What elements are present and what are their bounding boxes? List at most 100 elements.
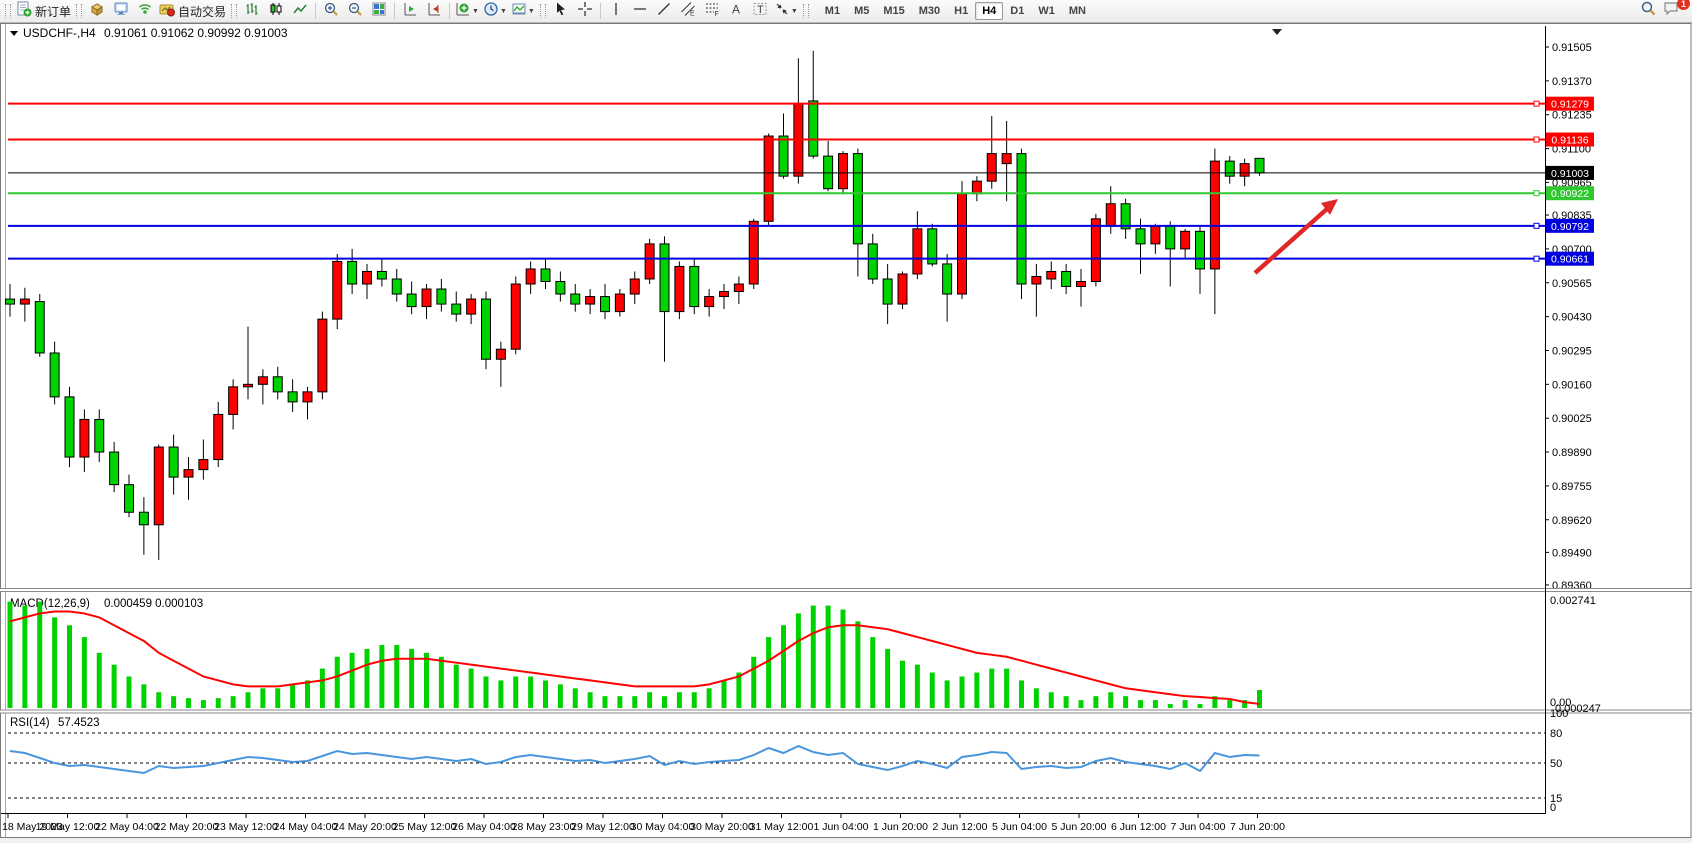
macd-histogram-bar xyxy=(945,680,950,708)
auto-trading-button[interactable]: 自动交易 xyxy=(157,1,228,21)
candle xyxy=(1151,226,1160,244)
search-button[interactable] xyxy=(1636,1,1660,21)
candle xyxy=(705,297,714,307)
indicators-button[interactable]: ▼ xyxy=(453,1,481,21)
timeframe-m30[interactable]: M30 xyxy=(912,2,947,20)
bar-chart-button[interactable] xyxy=(240,1,264,21)
timeframe-d1[interactable]: D1 xyxy=(1003,2,1031,20)
macd-histogram-bar xyxy=(885,649,890,708)
timeframe-m15[interactable]: M15 xyxy=(876,2,911,20)
price-tick-label: 0.90025 xyxy=(1552,413,1592,425)
time-tick-label[interactable]: 1 Jun 04:00 xyxy=(814,821,869,833)
channel-button[interactable]: E xyxy=(676,1,700,21)
chart-frame xyxy=(1,24,1692,838)
timeframe-m1[interactable]: M1 xyxy=(818,2,847,20)
candle xyxy=(615,294,624,312)
time-tick-label[interactable]: 22 May 04:00 xyxy=(95,821,159,833)
tile-windows-button[interactable] xyxy=(367,1,391,21)
time-tick-label[interactable]: 22 May 20:00 xyxy=(155,821,219,833)
arrows-button[interactable]: ▼ xyxy=(772,1,800,21)
candle xyxy=(35,302,44,353)
zoom-in-button[interactable] xyxy=(319,1,343,21)
candle xyxy=(229,387,238,415)
macd-histogram-bar xyxy=(1004,669,1009,708)
hline-handle[interactable] xyxy=(1534,223,1539,228)
time-tick-label[interactable]: 30 May 04:00 xyxy=(631,821,695,833)
trendline-button[interactable] xyxy=(652,1,676,21)
fibonacci-button[interactable]: F xyxy=(700,1,724,21)
chart-title-ohlc: 0.91061 0.91062 0.90992 0.91003 xyxy=(104,26,288,40)
time-tick-label[interactable]: 5 Jun 04:00 xyxy=(992,821,1047,833)
time-tick-label[interactable]: 24 May 20:00 xyxy=(333,821,397,833)
chart-shift-button[interactable] xyxy=(422,1,446,21)
notifications-button[interactable]: 1 xyxy=(1660,1,1684,21)
macd-title: MACD(12,26,9) xyxy=(10,598,90,610)
candlestick-chart-button[interactable] xyxy=(264,1,288,21)
macd-histogram-bar xyxy=(707,688,712,708)
time-tick-label[interactable]: 26 May 04:00 xyxy=(452,821,516,833)
candle xyxy=(853,154,862,244)
svg-text:A: A xyxy=(732,2,740,16)
chart-canvas[interactable]: USDCHF-,H4 0.91061 0.91062 0.90992 0.910… xyxy=(0,23,1692,838)
vertical-line-button[interactable] xyxy=(604,1,628,21)
monitor-icon xyxy=(113,1,129,22)
hline-handle[interactable] xyxy=(1534,101,1539,106)
time-tick-label[interactable]: 29 May 12:00 xyxy=(571,821,635,833)
cursor-button[interactable] xyxy=(549,1,573,21)
candle xyxy=(749,221,758,284)
hline-handle[interactable] xyxy=(1534,137,1539,142)
toolbar-grip[interactable] xyxy=(803,4,809,18)
zoom-out-button[interactable] xyxy=(343,1,367,21)
time-tick-label[interactable]: 2 Jun 12:00 xyxy=(933,821,988,833)
candle xyxy=(392,279,401,294)
timeframe-h4[interactable]: H4 xyxy=(975,2,1003,20)
time-tick-label[interactable]: 19 May 12:00 xyxy=(36,821,100,833)
toolbar-grip[interactable] xyxy=(76,4,82,18)
hline-handle[interactable] xyxy=(1534,191,1539,196)
time-tick-label[interactable]: 25 May 12:00 xyxy=(393,821,457,833)
time-tick-label[interactable]: 6 Jun 12:00 xyxy=(1111,821,1166,833)
time-tick-label[interactable]: 31 May 12:00 xyxy=(750,821,814,833)
templates-button[interactable]: ▼ xyxy=(509,1,537,21)
candle xyxy=(407,294,416,307)
macd-histogram-bar xyxy=(1019,680,1024,708)
hline-handle[interactable] xyxy=(1534,256,1539,261)
periods-button[interactable]: ▼ xyxy=(481,1,509,21)
chart-shift-icon xyxy=(426,1,442,22)
toolbar-grip[interactable] xyxy=(540,4,546,18)
macd-histogram-bar xyxy=(484,676,489,708)
text-label-button[interactable]: T xyxy=(748,1,772,21)
timeframe-m5[interactable]: M5 xyxy=(847,2,876,20)
macd-histogram-bar xyxy=(543,680,548,708)
candle xyxy=(199,460,208,470)
vertical-line-icon xyxy=(608,1,624,22)
signals-button[interactable] xyxy=(133,1,157,21)
macd-histogram-bar xyxy=(989,669,994,708)
line-chart-button[interactable] xyxy=(288,1,312,21)
toolbar-grip[interactable] xyxy=(231,4,237,18)
time-tick-label[interactable]: 30 May 20:00 xyxy=(690,821,754,833)
macd-histogram-bar xyxy=(677,692,682,708)
candle xyxy=(675,266,684,311)
tile-windows-icon xyxy=(371,1,387,22)
time-tick-label[interactable]: 7 Jun 20:00 xyxy=(1230,821,1285,833)
text-button[interactable]: A xyxy=(724,1,748,21)
chart-forward-button[interactable] xyxy=(398,1,422,21)
time-tick-label[interactable]: 23 May 12:00 xyxy=(214,821,278,833)
time-tick-label[interactable]: 24 May 04:00 xyxy=(274,821,338,833)
time-tick-label[interactable]: 7 Jun 04:00 xyxy=(1171,821,1226,833)
new-order-button[interactable]: 新订单 xyxy=(14,1,73,21)
timeframe-mn[interactable]: MN xyxy=(1062,2,1093,20)
time-tick-label[interactable]: 5 Jun 20:00 xyxy=(1052,821,1107,833)
toolbar-grip[interactable] xyxy=(5,4,11,18)
macd-histogram-bar xyxy=(275,688,280,708)
timeframe-w1[interactable]: W1 xyxy=(1031,2,1062,20)
template-icon xyxy=(511,1,527,22)
time-tick-label[interactable]: 1 Jun 20:00 xyxy=(873,821,928,833)
timeframe-h1[interactable]: H1 xyxy=(947,2,975,20)
terminal-button[interactable] xyxy=(109,1,133,21)
market-watch-button[interactable] xyxy=(85,1,109,21)
time-tick-label[interactable]: 28 May 23:00 xyxy=(512,821,576,833)
crosshair-button[interactable] xyxy=(573,1,597,21)
horizontal-line-button[interactable] xyxy=(628,1,652,21)
